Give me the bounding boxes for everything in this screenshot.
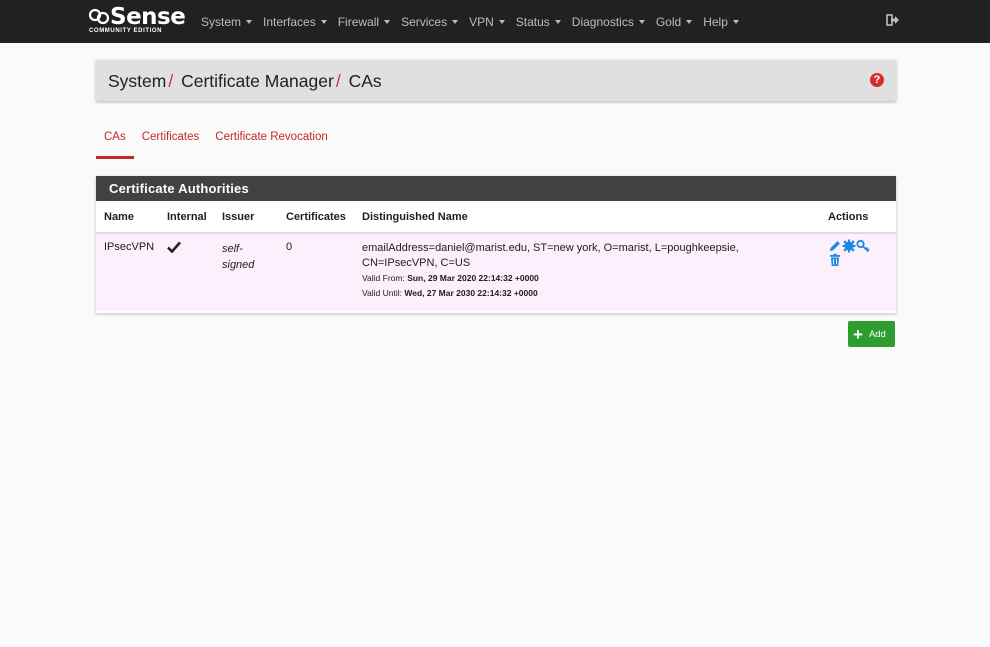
nav-firewall[interactable]: Firewall [337, 14, 391, 29]
caret-down-icon [498, 19, 505, 24]
distinguished-name-cell: emailAddress=daniel@marist.edu, ST=new y… [354, 233, 820, 311]
help-icon[interactable]: ? [870, 73, 884, 87]
tab-certificates[interactable]: Certificates [134, 125, 208, 159]
plus-icon: + [853, 324, 863, 344]
nav-services[interactable]: Services [401, 14, 459, 29]
issuer-cell: self- signed [214, 233, 278, 311]
checkmark-icon [167, 241, 181, 254]
certificates-count: 0 [286, 241, 293, 253]
nav-interfaces[interactable]: Interfaces [263, 15, 327, 29]
breadcrumb: System / Certificate Manager / CAs [108, 71, 382, 92]
logout-icon[interactable] [886, 13, 900, 27]
add-button-label: Add [868, 328, 886, 340]
nav-system-label: System [201, 14, 242, 29]
nav-diagnostics-label: Diagnostics [571, 14, 634, 29]
valid-from: Valid From: Sun, 29 Mar 2020 22:14:32 +0… [362, 271, 820, 286]
col-name[interactable]: Name [96, 201, 159, 234]
breadcrumb-cas[interactable]: CAs [349, 71, 382, 91]
nav-diagnostics[interactable]: Diagnostics [572, 15, 645, 29]
actions-cell [820, 233, 896, 311]
ca-table: Name Internal Issuer Certificates Distin… [96, 201, 896, 311]
nav-status-label: Status [515, 14, 550, 29]
nav-vpn-label: VPN [469, 14, 494, 29]
caret-down-icon [246, 19, 253, 24]
breadcrumb-panel: System / Certificate Manager / CAs ? [96, 60, 896, 101]
breadcrumb-system[interactable]: System [108, 71, 166, 91]
add-ca-button[interactable]: + Add [848, 321, 895, 347]
col-issuer[interactable]: Issuer [214, 201, 278, 234]
valid-until-value: Wed, 27 Mar 2030 22:14:32 +0000 [404, 288, 538, 298]
table-row: IPsecVPN self- signed 0 emailAddress=dan… [96, 233, 896, 311]
col-internal[interactable]: Internal [159, 201, 214, 234]
dn-line1: emailAddress=daniel@marist.edu, ST=new y… [362, 242, 739, 254]
pfsense-logo[interactable]: Sense COMMUNITY EDITION [88, 4, 186, 38]
breadcrumb-certificate-manager[interactable]: Certificate Manager [181, 71, 334, 91]
nav-help-label: Help [703, 14, 728, 29]
tab-certificate-revocation[interactable]: Certificate Revocation [207, 125, 336, 159]
breadcrumb-separator: / [168, 71, 174, 91]
valid-until: Valid Until: Wed, 27 Mar 2030 22:14:32 +… [362, 286, 820, 301]
nav-gold[interactable]: Gold [655, 14, 693, 29]
caret-down-icon [452, 19, 459, 24]
valid-from-label: Valid From: [362, 273, 408, 283]
issuer-line2: signed [222, 259, 255, 271]
nav-help[interactable]: Help [703, 15, 739, 29]
certificate-gear-icon[interactable] [842, 239, 856, 253]
valid-from-value: Sun, 29 Mar 2020 22:14:32 +0000 [407, 273, 539, 283]
caret-down-icon [384, 19, 391, 24]
internal-cell [159, 233, 214, 311]
caret-down-icon [554, 19, 561, 24]
top-navbar: Sense COMMUNITY EDITION System Interface… [0, 0, 990, 43]
nav-services-label: Services [401, 14, 448, 29]
certificate-authorities-panel: Certificate Authorities Name Internal Is… [96, 176, 896, 313]
pencil-edit-icon[interactable] [828, 239, 842, 253]
nav-status[interactable]: Status [516, 15, 561, 29]
caret-down-icon [638, 19, 645, 24]
issuer-line1: self- [222, 243, 243, 255]
col-actions: Actions [820, 201, 896, 234]
trash-delete-icon[interactable] [828, 253, 842, 267]
dn-line2: CN=IPsecVPN, C=US [362, 257, 471, 269]
nav-interfaces-label: Interfaces [263, 14, 316, 29]
nav-system[interactable]: System [201, 14, 253, 29]
caret-down-icon [732, 19, 739, 24]
nav-firewall-label: Firewall [337, 14, 380, 29]
panel-title: Certificate Authorities [96, 176, 896, 201]
table-header-row: Name Internal Issuer Certificates Distin… [96, 201, 896, 234]
pf-logo-icon [88, 8, 110, 25]
ca-name: IPsecVPN [104, 241, 155, 253]
tab-bar: CAs Certificates Certificate Revocation [96, 125, 336, 159]
nav-vpn[interactable]: VPN [469, 15, 505, 29]
col-distinguished-name[interactable]: Distinguished Name [354, 201, 820, 234]
logo-wordmark: Sense [110, 4, 186, 30]
tab-cas[interactable]: CAs [96, 125, 134, 159]
nav-gold-label: Gold [655, 14, 682, 29]
breadcrumb-separator: / [335, 71, 341, 91]
logo-edition: COMMUNITY EDITION [89, 28, 163, 34]
caret-down-icon [686, 19, 693, 24]
valid-until-label: Valid Until: [362, 288, 405, 298]
main-menu: System Interfaces Firewall Services VPN … [201, 0, 750, 43]
key-export-icon[interactable] [856, 239, 870, 253]
col-certificates[interactable]: Certificates [278, 201, 354, 234]
caret-down-icon [320, 19, 327, 24]
